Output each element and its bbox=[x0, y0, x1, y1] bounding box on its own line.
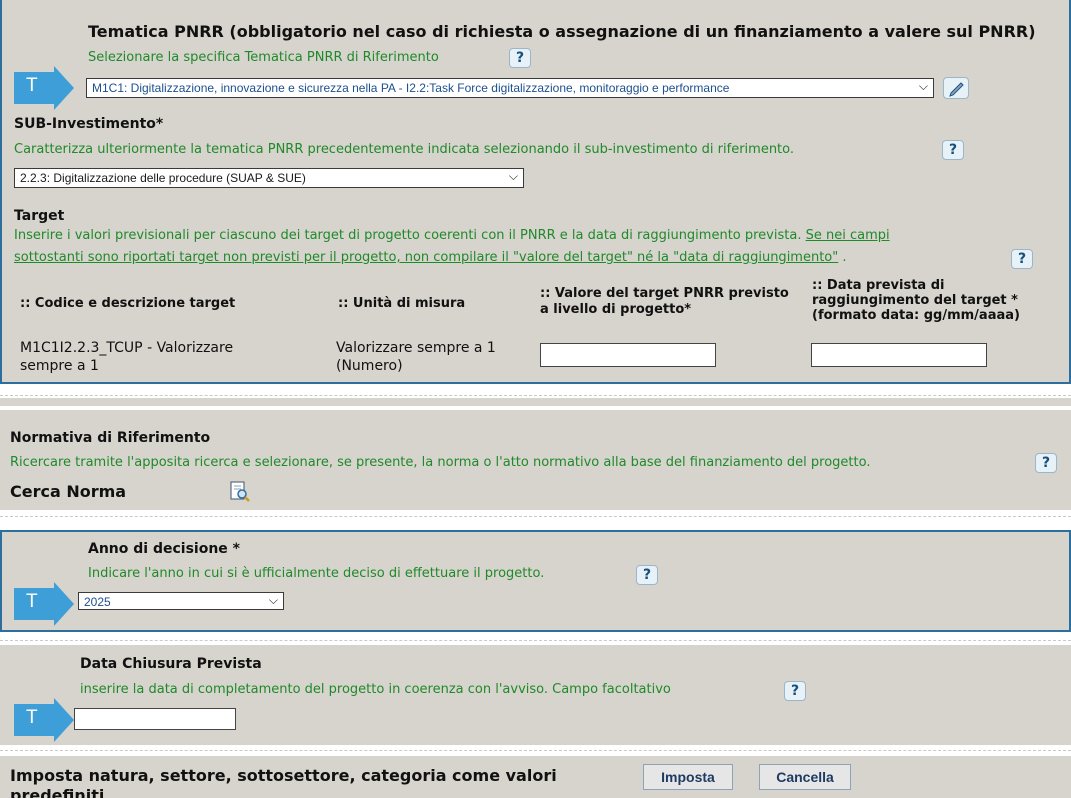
anno-help-icon[interactable]: ? bbox=[636, 565, 658, 585]
target-hint-link[interactable]: Se nei campi bbox=[806, 228, 890, 243]
chiusura-hint: inserire la data di completamento del pr… bbox=[80, 682, 671, 697]
search-document-icon[interactable] bbox=[228, 480, 252, 508]
normativa-title: Normativa di Riferimento bbox=[10, 430, 211, 446]
anno-select[interactable]: 2025 ⌵ bbox=[78, 592, 284, 610]
tematica-title: Tematica PNRR (obbligatorio nel caso di … bbox=[88, 22, 1036, 41]
chevron-down-icon: ⌵ bbox=[508, 169, 518, 183]
cerca-norma-label: Cerca Norma bbox=[10, 482, 127, 501]
col-header-value: :: Valore del target PNRR previsto a liv… bbox=[540, 286, 789, 317]
col-header-unit: :: Unità di misura bbox=[338, 296, 466, 311]
normativa-help-icon[interactable]: ? bbox=[1035, 453, 1057, 473]
target-row-code: M1C1I2.2.3_TCUP - Valorizzare sempre a 1 bbox=[20, 340, 234, 374]
chevron-down-icon: ⌵ bbox=[268, 593, 278, 607]
spacer-band bbox=[0, 398, 1071, 406]
sub-investimento-hint: Caratterizza ulteriormente la tematica P… bbox=[14, 142, 795, 157]
imposta-label: Imposta natura, settore, sottosettore, c… bbox=[10, 766, 557, 798]
divider bbox=[0, 640, 1071, 641]
divider bbox=[0, 750, 1071, 751]
sub-investimento-title: SUB-Investimento* bbox=[14, 116, 164, 132]
chiusura-help-icon[interactable]: ? bbox=[784, 681, 806, 701]
target-hint-line1: Inserire i valori previsionali per ciasc… bbox=[14, 228, 890, 243]
target-row-unit: Valorizzare sempre a 1 (Numero) bbox=[336, 340, 496, 374]
tematica-hint: Selezionare la specifica Tematica PNRR d… bbox=[88, 50, 439, 65]
normativa-hint: Ricercare tramite l'apposita ricerca e s… bbox=[10, 455, 871, 470]
col-header-code: :: Codice e descrizione target bbox=[20, 296, 236, 311]
chiusura-title: Data Chiusura Prevista bbox=[80, 656, 262, 672]
chiusura-arrow-icon: T bbox=[14, 698, 74, 746]
target-value-input[interactable] bbox=[540, 343, 716, 367]
tematica-help-icon[interactable]: ? bbox=[509, 48, 531, 68]
anno-title: Anno di decisione * bbox=[88, 541, 240, 557]
anno-arrow-icon: T bbox=[14, 582, 74, 630]
imposta-button[interactable]: Imposta bbox=[643, 764, 733, 790]
sub-investimento-help-icon[interactable]: ? bbox=[942, 140, 964, 160]
data-chiusura-input[interactable] bbox=[74, 708, 236, 730]
anno-hint: Indicare l'anno in cui si è ufficialment… bbox=[88, 566, 545, 581]
edit-pencil-icon[interactable] bbox=[943, 77, 969, 99]
divider bbox=[0, 395, 1071, 396]
target-help-icon[interactable]: ? bbox=[1011, 249, 1033, 269]
tematica-select[interactable]: M1C1: Digitalizzazione, innovazione e si… bbox=[86, 78, 934, 98]
cancella-button[interactable]: Cancella bbox=[759, 764, 851, 790]
chevron-down-icon: ⌵ bbox=[918, 79, 928, 93]
col-header-date: :: Data prevista di raggiungimento del t… bbox=[812, 278, 1020, 323]
sub-investimento-select[interactable]: 2.2.3: Digitalizzazione delle procedure … bbox=[14, 168, 524, 188]
target-hint-line2: sottostanti sono riportati target non pr… bbox=[14, 250, 847, 265]
tematica-arrow-icon: T bbox=[14, 66, 74, 114]
divider bbox=[0, 516, 1071, 517]
target-date-input[interactable] bbox=[811, 343, 987, 367]
target-title: Target bbox=[14, 208, 65, 224]
